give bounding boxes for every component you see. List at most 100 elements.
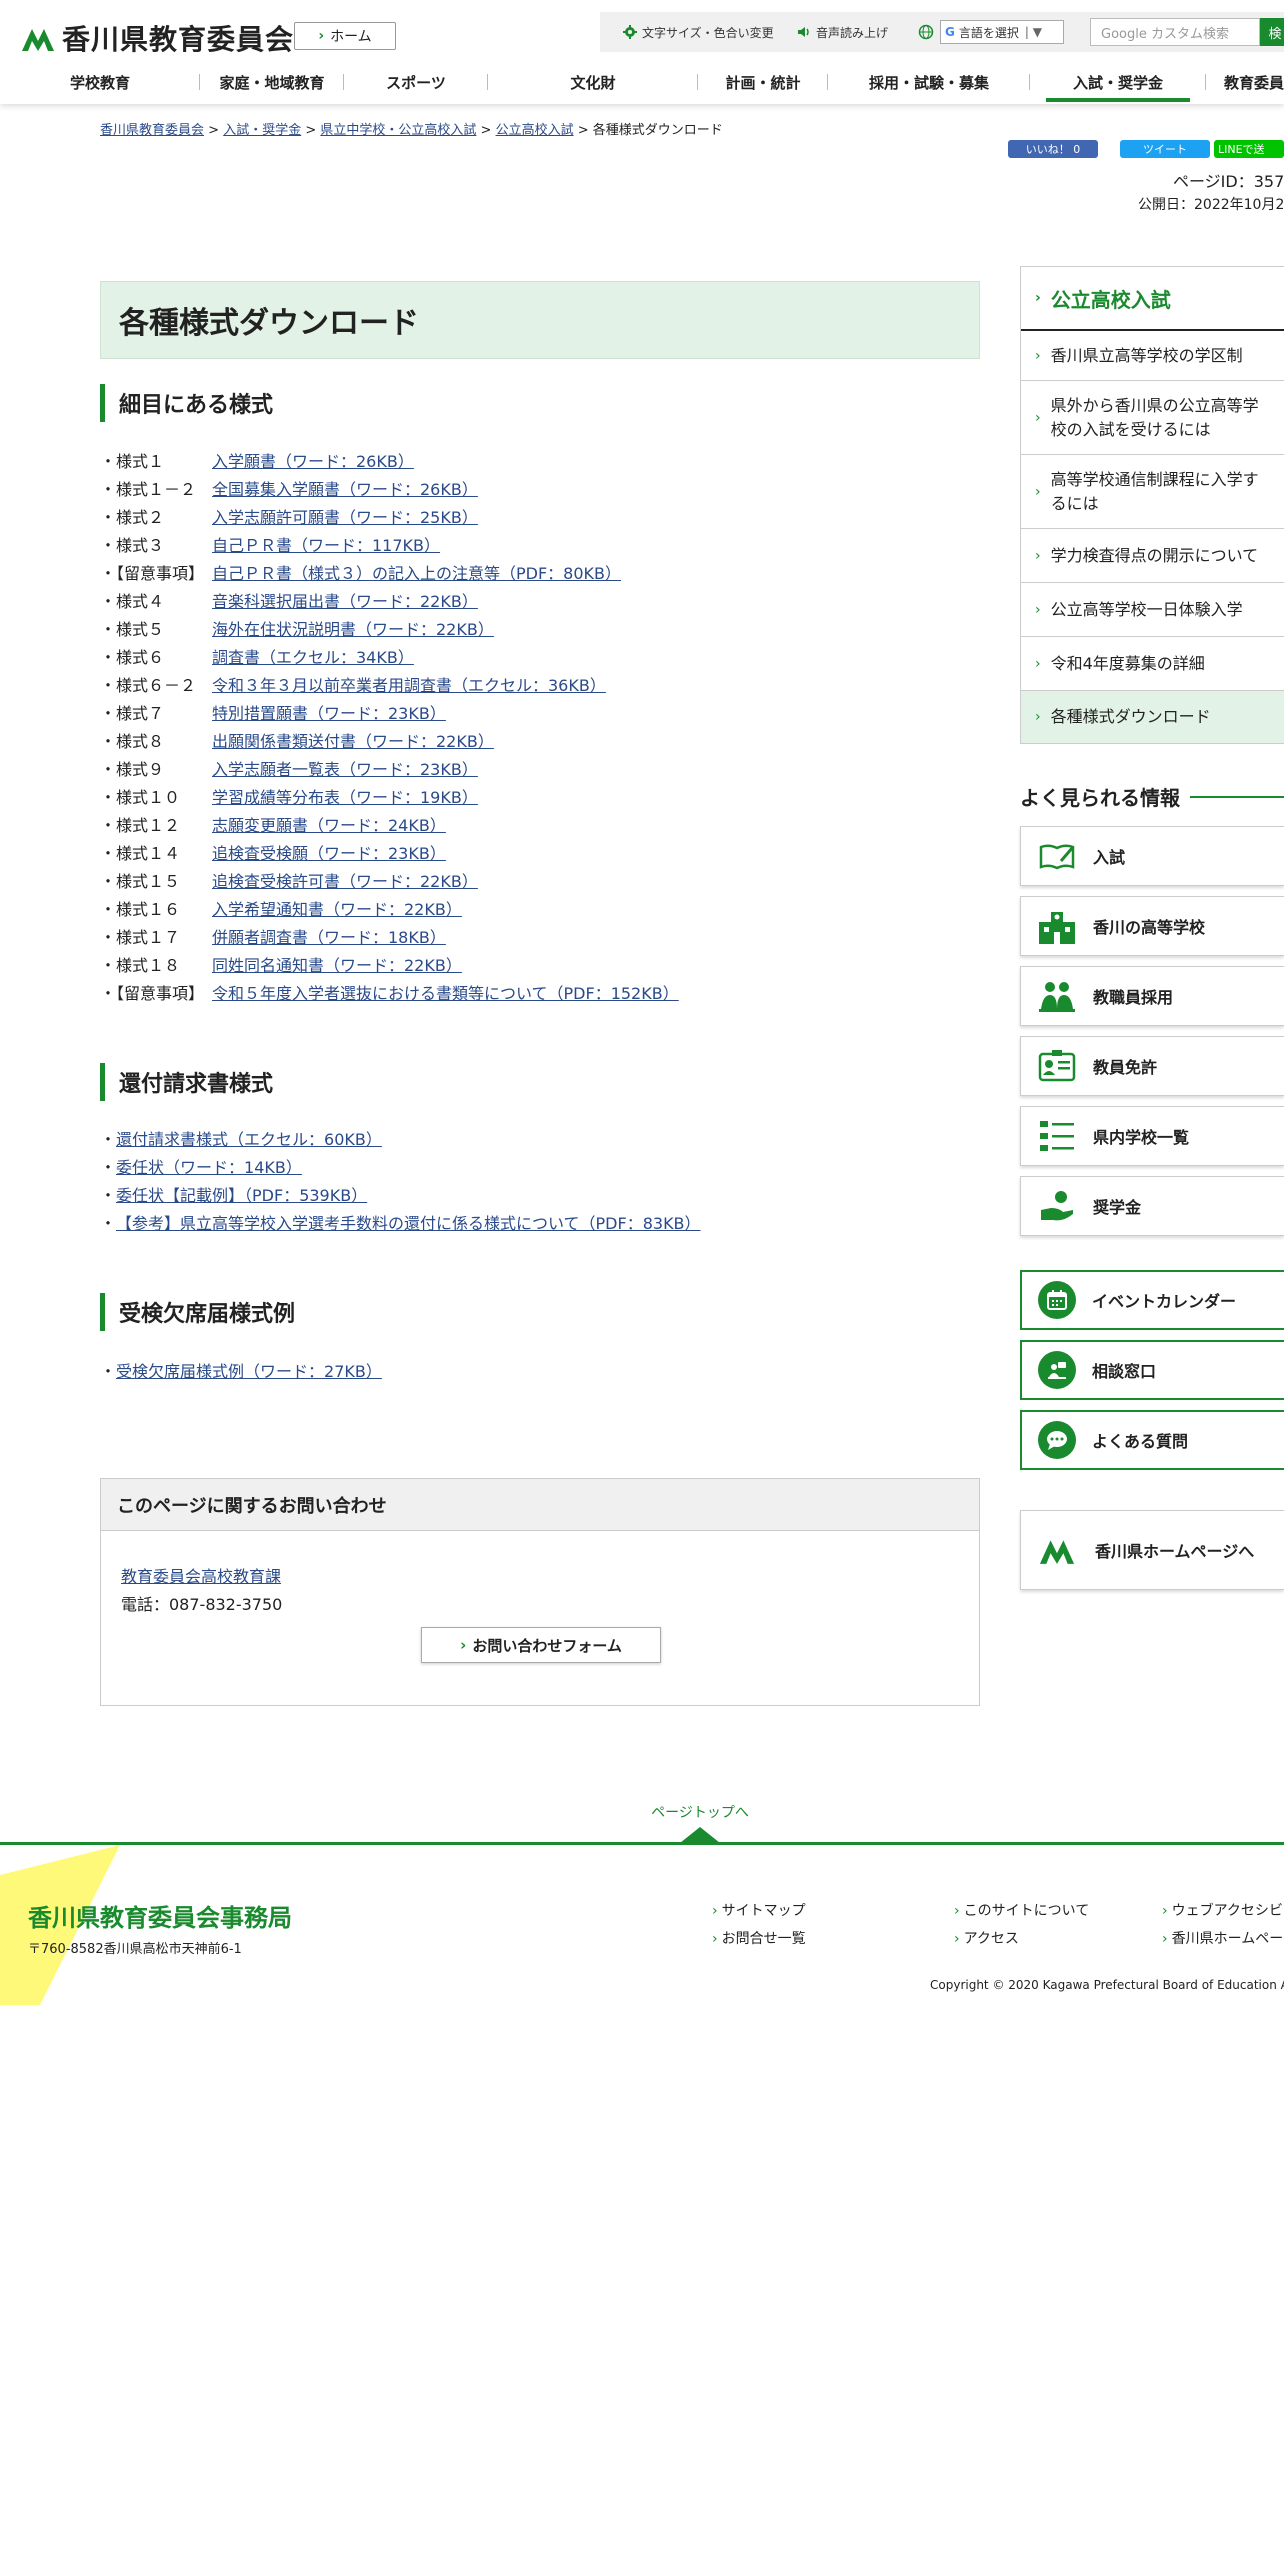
nav-cultural-property[interactable]: 文化財 [488, 62, 698, 102]
consultation-icon [1038, 1351, 1076, 1389]
contact-form-button[interactable]: › お問い合わせフォーム [421, 1627, 661, 1663]
side-nav-item[interactable]: › 学力検査得点の開示について [1021, 529, 1284, 583]
chevron-right-icon: › [1162, 1903, 1168, 1919]
search-input[interactable]: Google カスタム検索 [1090, 18, 1260, 46]
footer-link-access[interactable]: › アクセス [954, 1928, 1019, 1948]
form-download-link[interactable]: 入学志願許可願書（ワード：25KB） [212, 504, 478, 528]
form-download-link[interactable]: 入学願書（ワード：26KB） [212, 448, 414, 472]
language-select[interactable]: G 言語を選択 | ▼ [940, 20, 1064, 44]
breadcrumb-link[interactable]: 香川県教育委員会 [100, 123, 204, 138]
popular-link-label: 教員免許 [1093, 1058, 1158, 1077]
nav-family-community[interactable]: 家庭・地域教育 [200, 62, 344, 102]
nav-recruitment[interactable]: 採用・試験・募集 [828, 62, 1030, 102]
popular-link-staff-recruitment[interactable]: 教職員採用 [1020, 966, 1284, 1026]
popular-link-exam[interactable]: 入試 [1020, 826, 1284, 886]
line-share-button[interactable]: LINEで送 [1214, 140, 1284, 158]
list-item: ・委任状（ワード：14KB） [100, 1152, 980, 1180]
list-item: ・委任状【記載例】（PDF：539KB） [100, 1180, 980, 1208]
breadcrumb-sep: > [305, 123, 321, 138]
refund-form-link[interactable]: 【参考】県立高等学校入学選考手数料の還付に係る様式について（PDF：83KB） [116, 1210, 701, 1234]
tweet-button[interactable]: ツイート [1120, 140, 1210, 158]
header-top: 香川県教育委員会 › ホーム 文字サイズ・色合い変更 音声読み上げ G 言語を選… [0, 0, 1284, 60]
chat-bubble-icon [1038, 1421, 1076, 1459]
form-download-link[interactable]: 自己ＰＲ書（ワード：117KB） [212, 532, 440, 556]
bullet: ・ [100, 1158, 117, 1177]
form-download-link[interactable]: 志願変更願書（ワード：24KB） [212, 812, 446, 836]
page-top-link[interactable]: ページトップへ [640, 1802, 760, 1822]
footer-org-name: 香川県教育委員会事務局 [28, 1904, 292, 1932]
footer-link-inquiries[interactable]: › お問合せ一覧 [712, 1928, 806, 1948]
popular-link-label: 教職員採用 [1093, 988, 1174, 1007]
form-download-link[interactable]: 追検査受検願（ワード：23KB） [212, 840, 446, 864]
popular-link-school-list[interactable]: 県内学校一覧 [1020, 1106, 1284, 1166]
faq-link[interactable]: よくある質問 [1020, 1410, 1284, 1470]
breadcrumb-link[interactable]: 入試・奨学金 [223, 123, 301, 138]
form-download-link[interactable]: 特別措置願書（ワード：23KB） [212, 700, 446, 724]
form-row: ・様式４ 音楽科選択届出書（ワード：22KB） [100, 586, 980, 614]
form-download-link[interactable]: 自己ＰＲ書（様式３）の記入上の注意等（PDF：80KB） [212, 560, 621, 584]
form-download-link[interactable]: 出願関係書類送付書（ワード：22KB） [212, 728, 494, 752]
form-download-link[interactable]: 海外在住状況説明書（ワード：22KB） [212, 616, 494, 640]
form-download-link[interactable]: 入学希望通知書（ワード：22KB） [212, 896, 462, 920]
nav-sports[interactable]: スポーツ [344, 62, 488, 102]
form-download-link[interactable]: 学習成績等分布表（ワード：19KB） [212, 784, 478, 808]
refund-form-link[interactable]: 委任状【記載例】（PDF：539KB） [116, 1182, 367, 1206]
chevron-right-icon: › [318, 28, 325, 44]
form-download-link[interactable]: 音楽科選択届出書（ワード：22KB） [212, 588, 478, 612]
breadcrumb-link[interactable]: 公立高校入試 [496, 123, 574, 138]
footer-link-about[interactable]: › このサイトについて [954, 1900, 1089, 1920]
site-logo[interactable]: 香川県教育委員会 [20, 18, 294, 58]
form-label: ・様式４ [100, 592, 165, 611]
contact-department-link[interactable]: 教育委員会高校教育課 [121, 1563, 281, 1587]
refund-form-link[interactable]: 還付請求書様式（エクセル：60KB） [116, 1126, 382, 1150]
popular-link-scholarship[interactable]: 奨学金 [1020, 1176, 1284, 1236]
font-color-settings[interactable]: 文字サイズ・色合い変更 [622, 12, 774, 52]
kagawa-pref-homepage-link[interactable]: 香川県ホームページへ [1020, 1510, 1284, 1590]
footer-link-accessibility[interactable]: › ウェブアクセシビ [1162, 1900, 1283, 1920]
popular-link-high-schools[interactable]: 香川の高等学校 [1020, 896, 1284, 956]
global-nav: 学校教育 家庭・地域教育 スポーツ 文化財 計画・統計 採用・試験・募集 入試・… [0, 62, 1284, 102]
kagawa-logo-icon [1039, 1540, 1075, 1564]
form-label: ・様式１８ [100, 956, 181, 975]
form-download-link[interactable]: 令和３年３月以前卒業者用調査書（エクセル：36KB） [212, 672, 606, 696]
contact-form-label: お問い合わせフォーム [472, 1636, 622, 1655]
footer-link-pref-homepage[interactable]: › 香川県ホームペー [1162, 1928, 1283, 1948]
form-download-link[interactable]: 全国募集入学願書（ワード：26KB） [212, 476, 478, 500]
nav-admission-scholarship[interactable]: 入試・奨学金 [1030, 62, 1206, 102]
side-nav-item[interactable]: › 県外から香川県の公立高等学校の入試を受けるには [1021, 381, 1284, 455]
facebook-like-button[interactable]: いいね！ 0 [1008, 140, 1098, 158]
side-nav-item[interactable]: › 香川県立高等学校の学区制 [1021, 331, 1284, 381]
chevron-right-icon: › [460, 1636, 467, 1654]
refund-form-link[interactable]: 委任状（ワード：14KB） [116, 1154, 302, 1178]
speech-button[interactable]: 音声読み上げ [796, 12, 888, 52]
popular-link-label: 県内学校一覧 [1093, 1128, 1190, 1147]
popular-link-teacher-license[interactable]: 教員免許 [1020, 1036, 1284, 1096]
dropdown-arrow-icon: | ▼ [1024, 25, 1042, 39]
nav-board[interactable]: 教育委員 [1206, 62, 1284, 102]
nav-school-education[interactable]: 学校教育 [0, 62, 200, 102]
footer-link-label: ウェブアクセシビ [1171, 1903, 1283, 1919]
form-download-link[interactable]: 調査書（エクセル：34KB） [212, 644, 414, 668]
event-calendar-link[interactable]: イベントカレンダー [1020, 1270, 1284, 1330]
faq-label: よくある質問 [1092, 1432, 1189, 1451]
side-nav-item[interactable]: › 令和4年度募集の詳細 [1021, 637, 1284, 691]
language-select-label: 言語を選択 [958, 25, 1019, 40]
form-download-link[interactable]: 令和５年度入学者選抜における書類等について（PDF：152KB） [212, 980, 679, 1004]
consultation-link[interactable]: 相談窓口 [1020, 1340, 1284, 1400]
search-button[interactable]: 検 [1260, 18, 1284, 46]
form-download-link[interactable]: 同姓同名通知書（ワード：22KB） [212, 952, 462, 976]
home-button[interactable]: › ホーム [294, 22, 396, 50]
form-download-link[interactable]: 追検査受検許可書（ワード：22KB） [212, 868, 478, 892]
footer-link-sitemap[interactable]: › サイトマップ [712, 1900, 806, 1920]
absence-form-link[interactable]: 受検欠席届様式例（ワード：27KB） [116, 1358, 382, 1382]
nav-plans-statistics[interactable]: 計画・統計 [698, 62, 828, 102]
side-nav-item[interactable]: › 高等学校通信制課程に入学するには [1021, 455, 1284, 529]
breadcrumb-link[interactable]: 県立中学校・公立高校入試 [320, 123, 476, 138]
side-nav-item-current[interactable]: › 各種様式ダウンロード [1021, 691, 1284, 743]
form-label: ・【留意事項】 [100, 984, 205, 1003]
side-nav-heading[interactable]: › 公立高校入試 [1021, 267, 1284, 331]
side-nav-item[interactable]: › 公立高等学校一日体験入学 [1021, 583, 1284, 637]
form-download-link[interactable]: 併願者調査書（ワード：18KB） [212, 924, 446, 948]
form-download-link[interactable]: 入学志願者一覧表（ワード：23KB） [212, 756, 478, 780]
form-label: ・様式３ [100, 536, 165, 555]
